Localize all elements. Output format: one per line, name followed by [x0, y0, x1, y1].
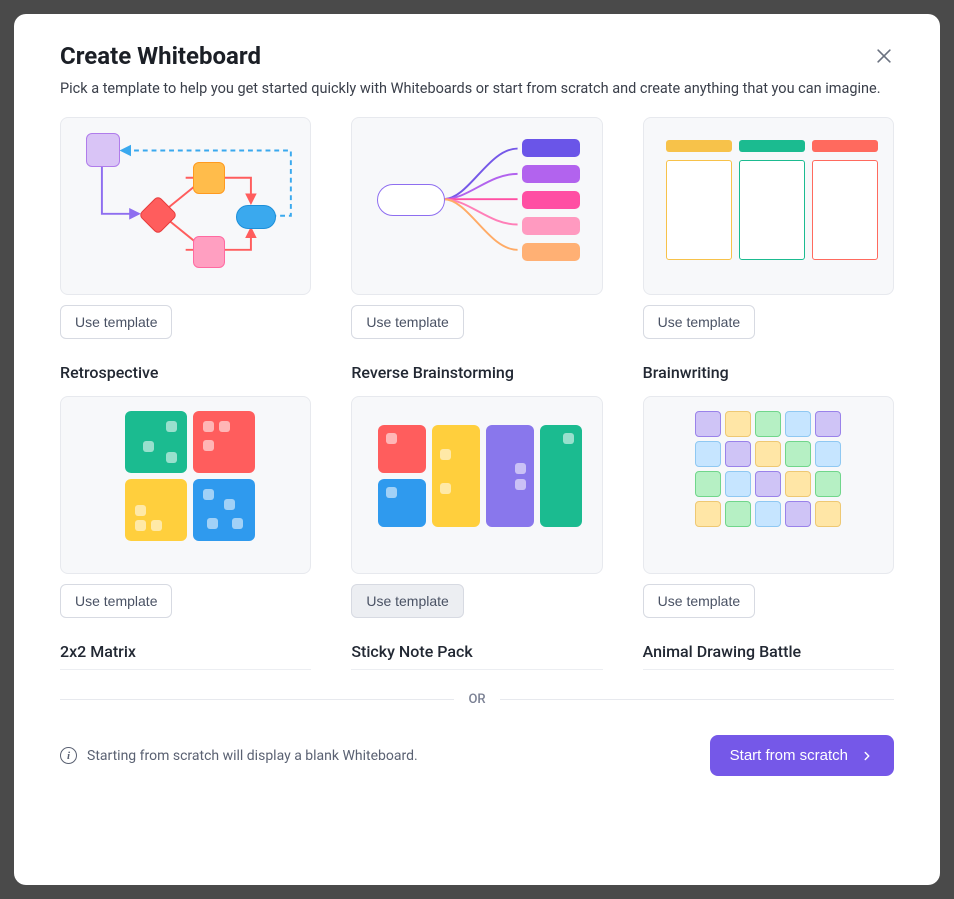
use-template-button[interactable]: Use template — [60, 305, 172, 339]
template-preview-brainwriting[interactable] — [643, 396, 894, 574]
use-template-button[interactable]: Use template — [351, 305, 463, 339]
template-preview-flow-chart[interactable] — [60, 117, 311, 295]
brainwriting-grid — [695, 411, 841, 527]
footer-info: i Starting from scratch will display a b… — [60, 747, 418, 764]
template-title-2x2-matrix: 2x2 Matrix — [60, 642, 311, 670]
template-preview-concept-mapping[interactable] — [351, 117, 602, 295]
divider: OR — [60, 692, 894, 707]
modal-subtitle: Pick a template to help you get started … — [60, 80, 894, 97]
modal-header: Create Whiteboard Pick a template to hel… — [14, 14, 940, 111]
template-preview-reverse-brainstorming[interactable] — [351, 396, 602, 574]
template-preview-stand-up[interactable] — [643, 117, 894, 295]
template-card-brainwriting: Brainwriting — [643, 363, 894, 618]
divider-label: OR — [468, 692, 485, 707]
close-icon[interactable] — [874, 46, 894, 66]
info-icon: i — [60, 747, 77, 764]
scratch-label: Start from scratch — [730, 747, 848, 764]
use-template-button[interactable]: Use template — [643, 305, 755, 339]
modal-title: Create Whiteboard — [60, 42, 894, 70]
template-title: Reverse Brainstorming — [351, 363, 602, 386]
footer-info-text: Starting from scratch will display a bla… — [87, 748, 418, 764]
template-title: Retrospective — [60, 363, 311, 386]
template-title-sticky-note-pack: Sticky Note Pack — [351, 642, 602, 670]
template-card-retrospective: Retrospective — [60, 363, 311, 618]
template-card-concept-mapping: Concept Mapping — [351, 111, 602, 339]
use-template-button[interactable]: Use template — [60, 584, 172, 618]
template-card-reverse-brainstorming: Reverse Brainstorming Use template — [351, 363, 602, 618]
template-preview-retrospective[interactable] — [60, 396, 311, 574]
create-whiteboard-modal: Create Whiteboard Pick a template to hel… — [14, 14, 940, 885]
template-title: Brainwriting — [643, 363, 894, 386]
chevron-right-icon — [860, 749, 874, 763]
use-template-button[interactable]: Use template — [351, 584, 463, 618]
template-title-animal-drawing-battle: Animal Drawing Battle — [643, 642, 894, 670]
template-card-stand-up: Stand Up Use template — [643, 111, 894, 339]
modal-body[interactable]: Flow Chart — [14, 111, 940, 885]
template-card-flow-chart: Flow Chart — [60, 111, 311, 339]
use-template-button[interactable]: Use template — [643, 584, 755, 618]
start-from-scratch-button[interactable]: Start from scratch — [710, 735, 894, 776]
